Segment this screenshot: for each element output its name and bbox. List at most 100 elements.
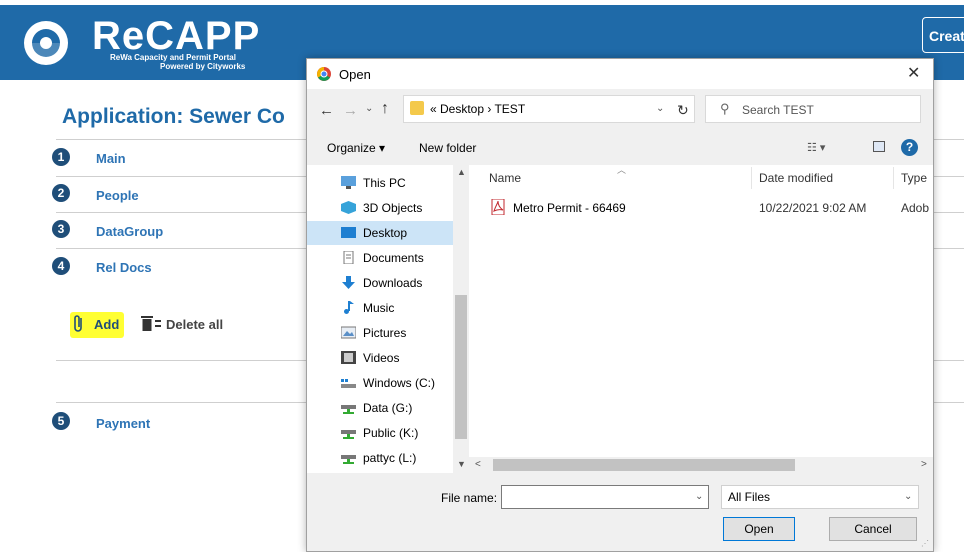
nav-item-3d-objects[interactable]: 3D Objects xyxy=(307,196,453,220)
trash-icon xyxy=(141,316,161,331)
nav-item-pattyc-l[interactable]: pattyc (L:) xyxy=(307,446,453,470)
step-divider xyxy=(932,176,964,177)
video-icon xyxy=(341,351,356,364)
step-divider xyxy=(932,402,964,403)
open-button[interactable]: Open xyxy=(723,517,795,541)
nav-label: Pictures xyxy=(363,326,407,340)
address-path: « Desktop › TEST xyxy=(430,102,526,116)
scroll-up-icon[interactable]: ▲ xyxy=(457,167,466,177)
chevron-down-icon[interactable]: ⌄ xyxy=(656,103,664,114)
nav-label: This PC xyxy=(363,176,406,190)
view-options-icon[interactable]: ☷ ▾ xyxy=(807,141,825,154)
back-arrow-icon[interactable]: ← xyxy=(319,102,334,119)
pc-icon xyxy=(341,176,356,189)
step-people[interactable]: People xyxy=(96,188,139,203)
file-type: Adob xyxy=(901,201,930,215)
organize-button[interactable]: Organize ▾ xyxy=(327,141,385,155)
scroll-down-icon[interactable]: ▼ xyxy=(457,459,466,469)
scroll-left-icon[interactable]: < xyxy=(475,459,481,470)
file-type-value: All Files xyxy=(728,490,771,504)
nav-label: Videos xyxy=(363,351,400,365)
step-divider xyxy=(932,248,964,249)
cancel-button[interactable]: Cancel xyxy=(829,517,917,541)
paperclip-icon xyxy=(74,315,82,332)
step-rel-docs[interactable]: Rel Docs xyxy=(96,260,152,275)
nav-label: 3D Objects xyxy=(363,201,423,215)
step-divider xyxy=(56,248,310,249)
file-name-input[interactable] xyxy=(501,485,709,509)
step-divider xyxy=(932,360,964,361)
step-number-icon: 5 xyxy=(52,412,70,430)
recent-locations-chevron-icon[interactable]: ⌄ xyxy=(365,103,373,114)
column-header-date[interactable]: Date modified xyxy=(759,171,833,185)
nav-item-windows-c[interactable]: Windows (C:) xyxy=(307,371,453,395)
help-icon[interactable]: ? xyxy=(901,139,918,156)
nav-item-this-pc[interactable]: This PC xyxy=(307,171,453,195)
nav-label: Music xyxy=(363,301,395,315)
sort-ascending-icon: ︿ xyxy=(617,165,627,175)
step-divider xyxy=(932,212,964,213)
search-input[interactable]: ⚲ Search TEST xyxy=(705,95,921,123)
desktop-icon xyxy=(341,227,356,238)
network-drive-icon xyxy=(341,455,356,464)
file-type-select[interactable]: All Files ⌄ xyxy=(721,485,919,509)
nav-label: Desktop xyxy=(363,226,408,240)
open-file-dialog: Open ✕ ← → ⌄ ↑ « Desktop › TEST ⌄ ↻ ⚲ Se… xyxy=(306,58,934,552)
dialog-title: Open xyxy=(339,67,371,82)
file-name: Metro Permit - 66469 xyxy=(513,201,626,215)
step-payment[interactable]: Payment xyxy=(96,416,150,431)
nav-item-videos[interactable]: Videos xyxy=(307,346,453,370)
step-divider xyxy=(932,139,964,140)
search-icon: ⚲ xyxy=(720,101,730,116)
column-divider[interactable] xyxy=(893,167,894,189)
dialog-titlebar[interactable]: Open ✕ xyxy=(307,59,933,89)
up-arrow-icon[interactable]: ↑ xyxy=(381,100,389,118)
nav-item-pictures[interactable]: Pictures xyxy=(307,321,453,345)
nav-label: pattyc (L:) xyxy=(363,451,417,465)
delete-all-button[interactable]: Delete all xyxy=(166,317,223,332)
step-number-icon: 4 xyxy=(52,257,70,275)
nav-item-downloads[interactable]: Downloads xyxy=(307,271,453,295)
logo-subtitle: ReWa Capacity and Permit Portal xyxy=(110,53,236,62)
add-button[interactable]: Add xyxy=(94,317,119,332)
step-datagroup[interactable]: DataGroup xyxy=(96,224,163,239)
forward-arrow-icon[interactable]: → xyxy=(343,102,358,119)
column-header-name[interactable]: Name xyxy=(489,171,521,185)
step-divider xyxy=(56,360,310,361)
new-folder-button[interactable]: New folder xyxy=(419,141,476,155)
nav-item-data-g[interactable]: Data (G:) xyxy=(307,396,453,420)
logo[interactable]: ReCAPP ReWa Capacity and Permit Portal P… xyxy=(0,5,310,80)
nav-scrollbar-thumb[interactable] xyxy=(455,295,467,439)
step-number-icon: 1 xyxy=(52,148,70,166)
scroll-right-icon[interactable]: > xyxy=(921,459,927,470)
document-icon xyxy=(343,251,354,264)
picture-icon xyxy=(341,326,356,339)
column-divider[interactable] xyxy=(751,167,752,189)
horizontal-scrollbar-thumb[interactable] xyxy=(493,459,795,471)
logo-powered-by: Powered by Cityworks xyxy=(160,62,246,71)
file-date: 10/22/2021 9:02 AM xyxy=(759,201,867,215)
resize-grip-icon[interactable]: ⋰ xyxy=(921,539,929,548)
chevron-down-icon: ⌄ xyxy=(904,491,913,502)
refresh-icon[interactable]: ↻ xyxy=(677,102,689,119)
close-icon[interactable]: ✕ xyxy=(907,63,920,83)
preview-pane-icon[interactable] xyxy=(873,141,885,152)
address-bar[interactable]: « Desktop › TEST ⌄ xyxy=(403,95,695,123)
nav-item-music[interactable]: Music xyxy=(307,296,453,320)
nav-item-public-k[interactable]: Public (K:) xyxy=(307,421,453,445)
column-header-type[interactable]: Type xyxy=(901,171,927,185)
chrome-icon xyxy=(317,67,331,81)
create-button[interactable]: Creat xyxy=(922,17,964,53)
nav-label: Documents xyxy=(363,251,424,265)
logo-swirl-icon xyxy=(24,21,68,65)
nav-item-documents[interactable]: Documents xyxy=(307,246,453,270)
step-main[interactable]: Main xyxy=(96,151,126,166)
step-divider xyxy=(56,402,310,403)
folder-icon xyxy=(410,101,424,115)
page-title: Application: Sewer Co xyxy=(62,105,285,128)
cube-icon xyxy=(341,201,356,214)
drive-icon xyxy=(341,379,356,388)
search-placeholder: Search TEST xyxy=(742,103,814,117)
nav-item-desktop[interactable]: Desktop xyxy=(307,221,453,245)
chevron-down-icon[interactable]: ⌄ xyxy=(695,491,703,502)
